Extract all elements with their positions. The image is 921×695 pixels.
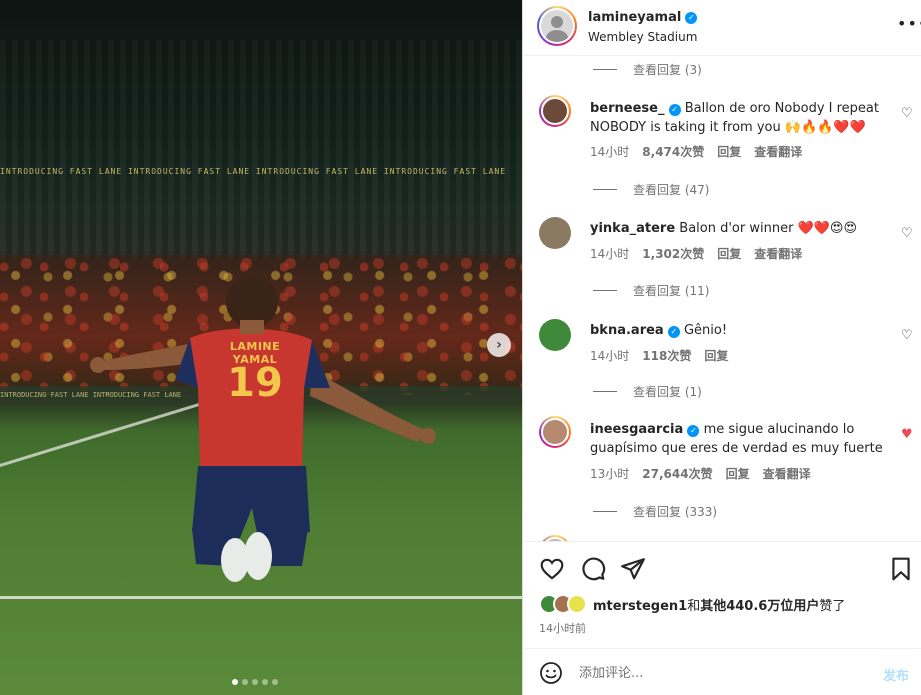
comment-meta: 14小时 118次赞 回复 (590, 347, 728, 364)
comment-text: ineesgaarcia ✓ me sigue alucinando lo gu… (590, 420, 890, 458)
commenter-username[interactable]: bkna.area (590, 323, 664, 338)
commenter-avatar[interactable] (539, 217, 571, 249)
more-horizontal-icon[interactable]: ••• (897, 14, 921, 33)
author-username-row[interactable]: lamineyamal ✓ (588, 10, 698, 25)
heart-outline-icon[interactable] (539, 556, 565, 582)
likes-connector: 和 (687, 598, 701, 614)
commenter-username[interactable]: ineesgaarcia (590, 422, 683, 437)
view-replies-button[interactable]: 查看回复 (47) (593, 181, 709, 198)
post-photo[interactable]: INTRODUCING FAST LANE INTRODUCING FAST L… (0, 0, 522, 695)
comment-time: 13小时 (590, 467, 630, 481)
comments-list[interactable]: 查看回复 (3) berneese_ ✓ Ballon de oro Nobod… (523, 57, 921, 541)
commenter-username[interactable]: yinka_atere (590, 221, 675, 236)
carousel-dot (272, 679, 278, 685)
comment-icon[interactable] (580, 556, 606, 582)
bookmark-icon[interactable] (888, 556, 914, 582)
comment-likes[interactable]: 1,302次赞 (642, 245, 704, 262)
post-actions: mterstegen1和其他440.6万位用户赞了 14小时前 发布 (523, 541, 921, 695)
comment-likes[interactable]: 27,644次赞 (642, 465, 712, 482)
comment-meta: 13小时 27,644次赞 回复 查看翻译 (590, 465, 811, 482)
carousel-dots (232, 679, 278, 685)
reply-button[interactable]: 回复 (717, 143, 741, 160)
verified-badge-icon: ✓ (667, 325, 680, 338)
carousel-dot (242, 679, 248, 685)
reply-button[interactable]: 回复 (717, 245, 741, 262)
likes-others[interactable]: 其他440.6万位用户 (700, 599, 819, 614)
comment-text: yinka_atere Balon d'or winner ❤️❤️😍😍 (590, 219, 890, 238)
kneeling-player: LAMINE YAMAL 19 (80, 270, 440, 590)
led-banner: INTRODUCING FAST LANE INTRODUCING FAST L… (0, 166, 507, 176)
stadium-stands (0, 40, 522, 260)
translate-button[interactable]: 查看翻译 (763, 465, 811, 482)
comment-like-icon[interactable]: ♡ (901, 329, 915, 343)
view-replies-button[interactable]: 查看回复 (1) (593, 383, 702, 400)
commenter-avatar[interactable] (539, 319, 571, 351)
reply-button[interactable]: 回复 (726, 465, 750, 482)
post-side-panel: lamineyamal ✓ Wembley Stadium ••• 查看回复 (… (522, 0, 921, 695)
view-replies-button[interactable]: 查看回复 (11) (593, 282, 709, 299)
avatar[interactable] (537, 6, 577, 46)
comment-meta: 14小时 8,474次赞 回复 查看翻译 (590, 143, 802, 160)
liker-username[interactable]: mterstegen1 (593, 599, 687, 614)
translate-button[interactable]: 查看翻译 (754, 245, 802, 262)
comment-like-icon[interactable]: ♡ (901, 227, 915, 241)
carousel-dot (262, 679, 268, 685)
comment-likes[interactable]: 118次赞 (642, 347, 691, 364)
reply-button[interactable]: 回复 (704, 347, 728, 364)
comment-body: Balon d'or winner ❤️❤️😍😍 (679, 221, 858, 236)
comment-body: Gênio! (683, 323, 728, 338)
comment-like-icon[interactable]: ♡ (901, 107, 915, 121)
carousel-dot (252, 679, 258, 685)
chevron-right-icon[interactable]: › (487, 333, 511, 357)
commenter-avatar[interactable] (539, 95, 571, 127)
comment-text: berneese_ ✓ Ballon de oro Nobody I repea… (590, 99, 890, 137)
verified-badge-icon: ✓ (685, 11, 698, 24)
comment-input[interactable] (579, 661, 859, 685)
liker-avatar (567, 594, 587, 614)
verified-badge-icon: ✓ (668, 103, 681, 116)
view-replies-button[interactable]: 查看回复 (3) (593, 61, 702, 78)
likes-summary[interactable]: mterstegen1和其他440.6万位用户赞了 (539, 594, 845, 614)
commenter-username[interactable]: berneese_ (590, 101, 664, 116)
comment-composer: 发布 (523, 648, 921, 695)
smiley-icon[interactable] (539, 661, 563, 685)
pitch-line (0, 596, 522, 599)
post-header: lamineyamal ✓ Wembley Stadium ••• (523, 0, 921, 56)
carousel-dot (232, 679, 238, 685)
author-username[interactable]: lamineyamal (588, 10, 681, 25)
post-button[interactable]: 发布 (883, 665, 909, 684)
paper-plane-icon[interactable] (620, 556, 646, 582)
post-location[interactable]: Wembley Stadium (588, 30, 697, 44)
comment-meta: 14小时 1,302次赞 回复 查看翻译 (590, 245, 802, 262)
comment-time: 14小时 (590, 247, 630, 261)
commenter-avatar[interactable] (539, 416, 571, 448)
translate-button[interactable]: 查看翻译 (754, 143, 802, 160)
comment-time: 14小时 (590, 145, 630, 159)
comment-text: bkna.area ✓ Gênio! (590, 321, 890, 340)
post-time[interactable]: 14小时前 (539, 620, 586, 636)
verified-badge-icon: ✓ (687, 424, 700, 437)
view-replies-button[interactable]: 查看回复 (333) (593, 503, 717, 520)
comment-likes[interactable]: 8,474次赞 (642, 143, 704, 160)
likes-suffix: 赞了 (819, 598, 846, 614)
likes-text[interactable]: mterstegen1和其他440.6万位用户赞了 (593, 595, 845, 614)
shirt-number: 19 (227, 360, 283, 406)
comment-liked-icon[interactable]: ♥ (901, 428, 915, 442)
comment-time: 14小时 (590, 349, 630, 363)
